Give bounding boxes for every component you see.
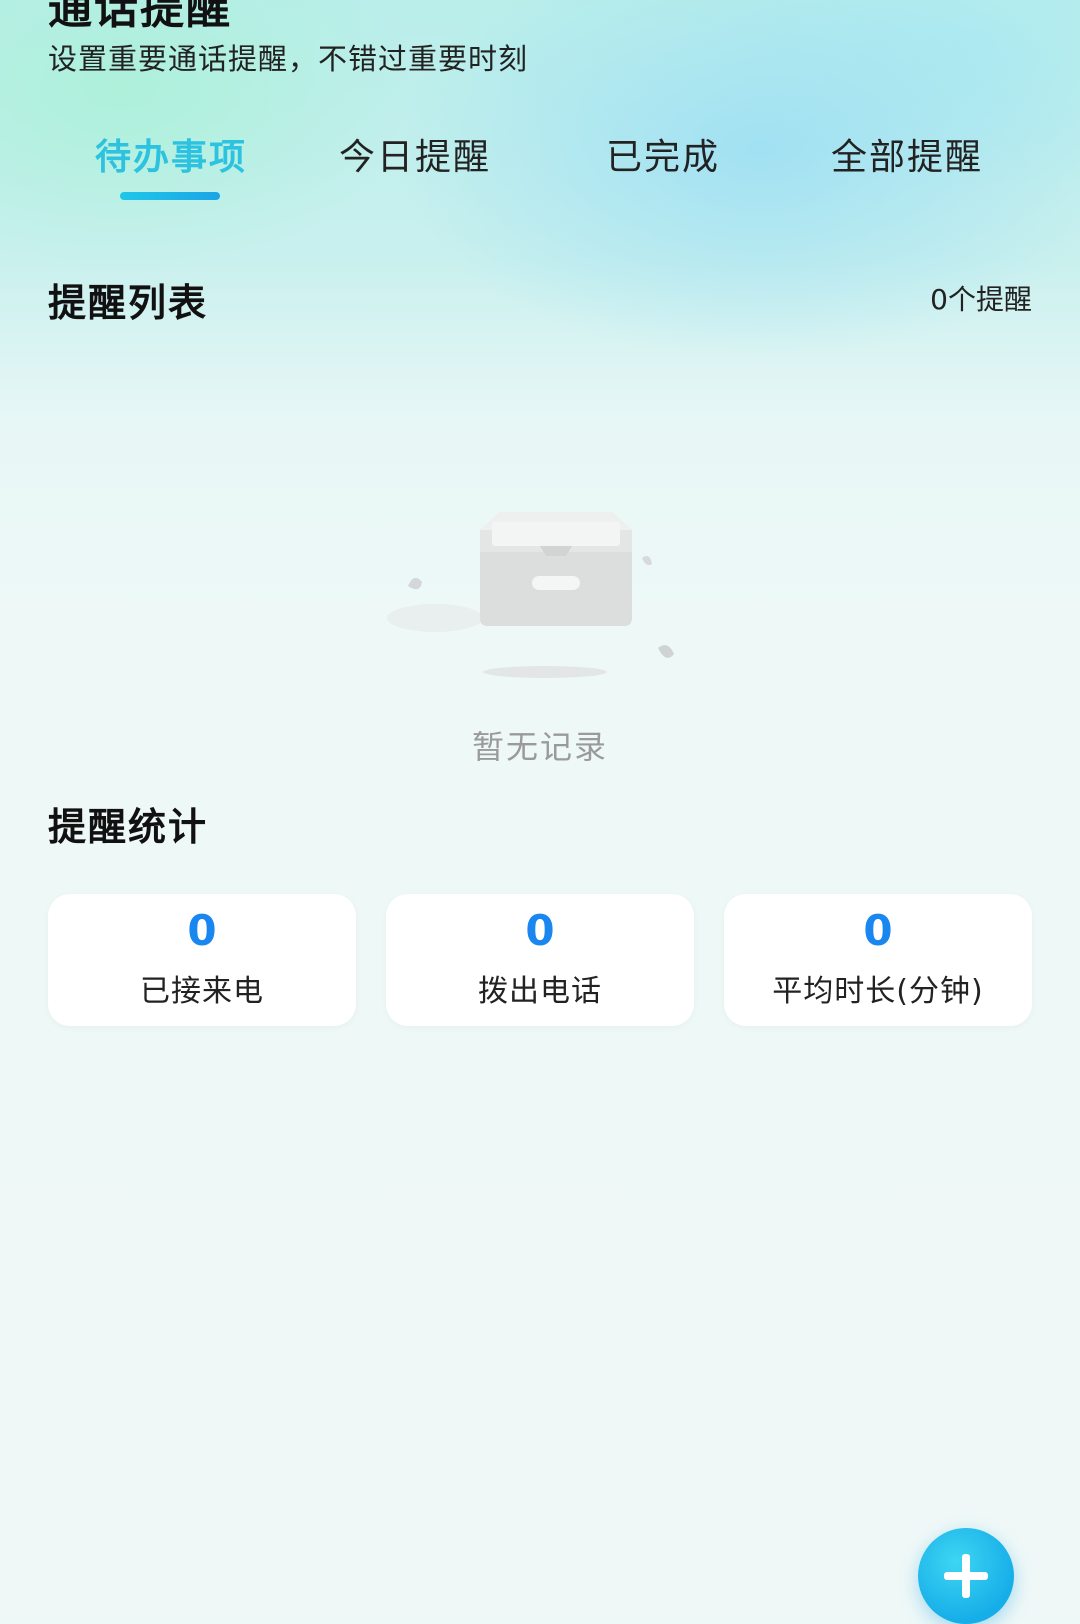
stat-card-average-duration[interactable]: 0 平均时长(分钟) (724, 894, 1032, 1026)
stat-card-answered[interactable]: 0 已接来电 (48, 894, 356, 1026)
empty-box-icon (380, 500, 710, 700)
stat-label: 平均时长(分钟) (772, 974, 984, 1009)
page-title: 通话提醒 (48, 0, 232, 34)
stat-label: 拨出电话 (478, 974, 602, 1009)
page-subtitle: 设置重要通话提醒，不错过重要时刻 (48, 42, 529, 76)
stat-value: 0 (863, 906, 893, 955)
empty-state-text: 暂无记录 (471, 728, 608, 766)
reminder-list-title: 提醒列表 (48, 281, 209, 325)
tab-today[interactable]: 今日提醒 (300, 128, 530, 180)
add-reminder-button[interactable] (918, 1528, 1014, 1624)
stat-value: 0 (187, 906, 217, 955)
active-tab-indicator (120, 192, 220, 200)
stat-card-outgoing[interactable]: 0 拨出电话 (386, 894, 694, 1026)
tab-all[interactable]: 全部提醒 (792, 128, 1022, 180)
stat-value: 0 (525, 906, 555, 955)
stats-cards: 0 已接来电 0 拨出电话 0 平均时长(分钟) (48, 894, 1032, 1026)
stats-title: 提醒统计 (48, 805, 209, 849)
tab-todo[interactable]: 待办事项 (56, 128, 286, 180)
plus-icon (944, 1554, 988, 1598)
stat-label: 已接来电 (140, 974, 264, 1009)
tab-completed[interactable]: 已完成 (548, 128, 778, 180)
reminder-count: 0个提醒 (930, 283, 1032, 316)
